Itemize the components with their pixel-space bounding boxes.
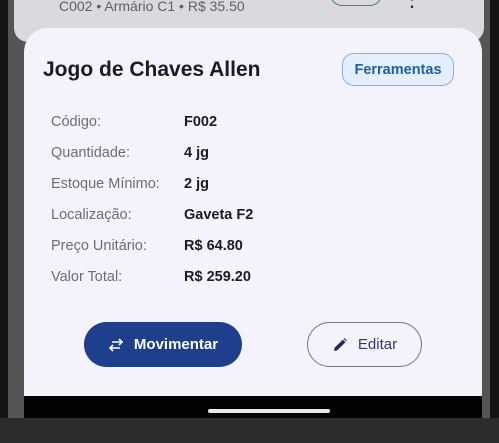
detail-value: R$ 64.80 [184,238,243,254]
item-title: Jogo de Chaves Allen [43,58,261,81]
edit-button[interactable]: Editar [307,322,422,367]
detail-value: Gaveta F2 [184,207,254,223]
home-indicator[interactable] [208,409,330,413]
system-nav-bar [24,396,482,418]
swap-arrows-icon [108,337,124,352]
pencil-icon [332,337,348,353]
detail-label: Código: [51,114,101,130]
edit-button-label: Editar [357,336,398,353]
more-vertical-icon: ⋮ [401,0,423,10]
detail-value: F002 [184,114,218,130]
phone-frame: C002 • Armário C1 • R$ 35.50 ⋮ Jogo de C… [0,0,499,418]
detail-value: R$ 259.20 [184,269,251,285]
category-chip: Ferramentas [342,53,454,86]
detail-label: Quantidade: [51,145,131,161]
detail-label: Preço Unitário: [51,238,147,254]
move-button-label: Movimentar [133,336,219,353]
detail-label: Valor Total: [51,269,123,285]
phone-screen: C002 • Armário C1 • R$ 35.50 ⋮ Jogo de C… [8,0,490,418]
item-details-sheet: Jogo de Chaves Allen Ferramentas Código:… [24,28,482,408]
backdrop-item-subtitle: C002 • Armário C1 • R$ 35.50 [59,0,245,14]
detail-label: Estoque Mínimo: [51,176,160,192]
backdrop-status-chip [330,0,382,6]
detail-value: 2 jg [184,176,209,192]
move-button[interactable]: Movimentar [84,322,242,367]
detail-label: Localização: [51,207,132,223]
detail-value: 4 jg [184,145,209,161]
